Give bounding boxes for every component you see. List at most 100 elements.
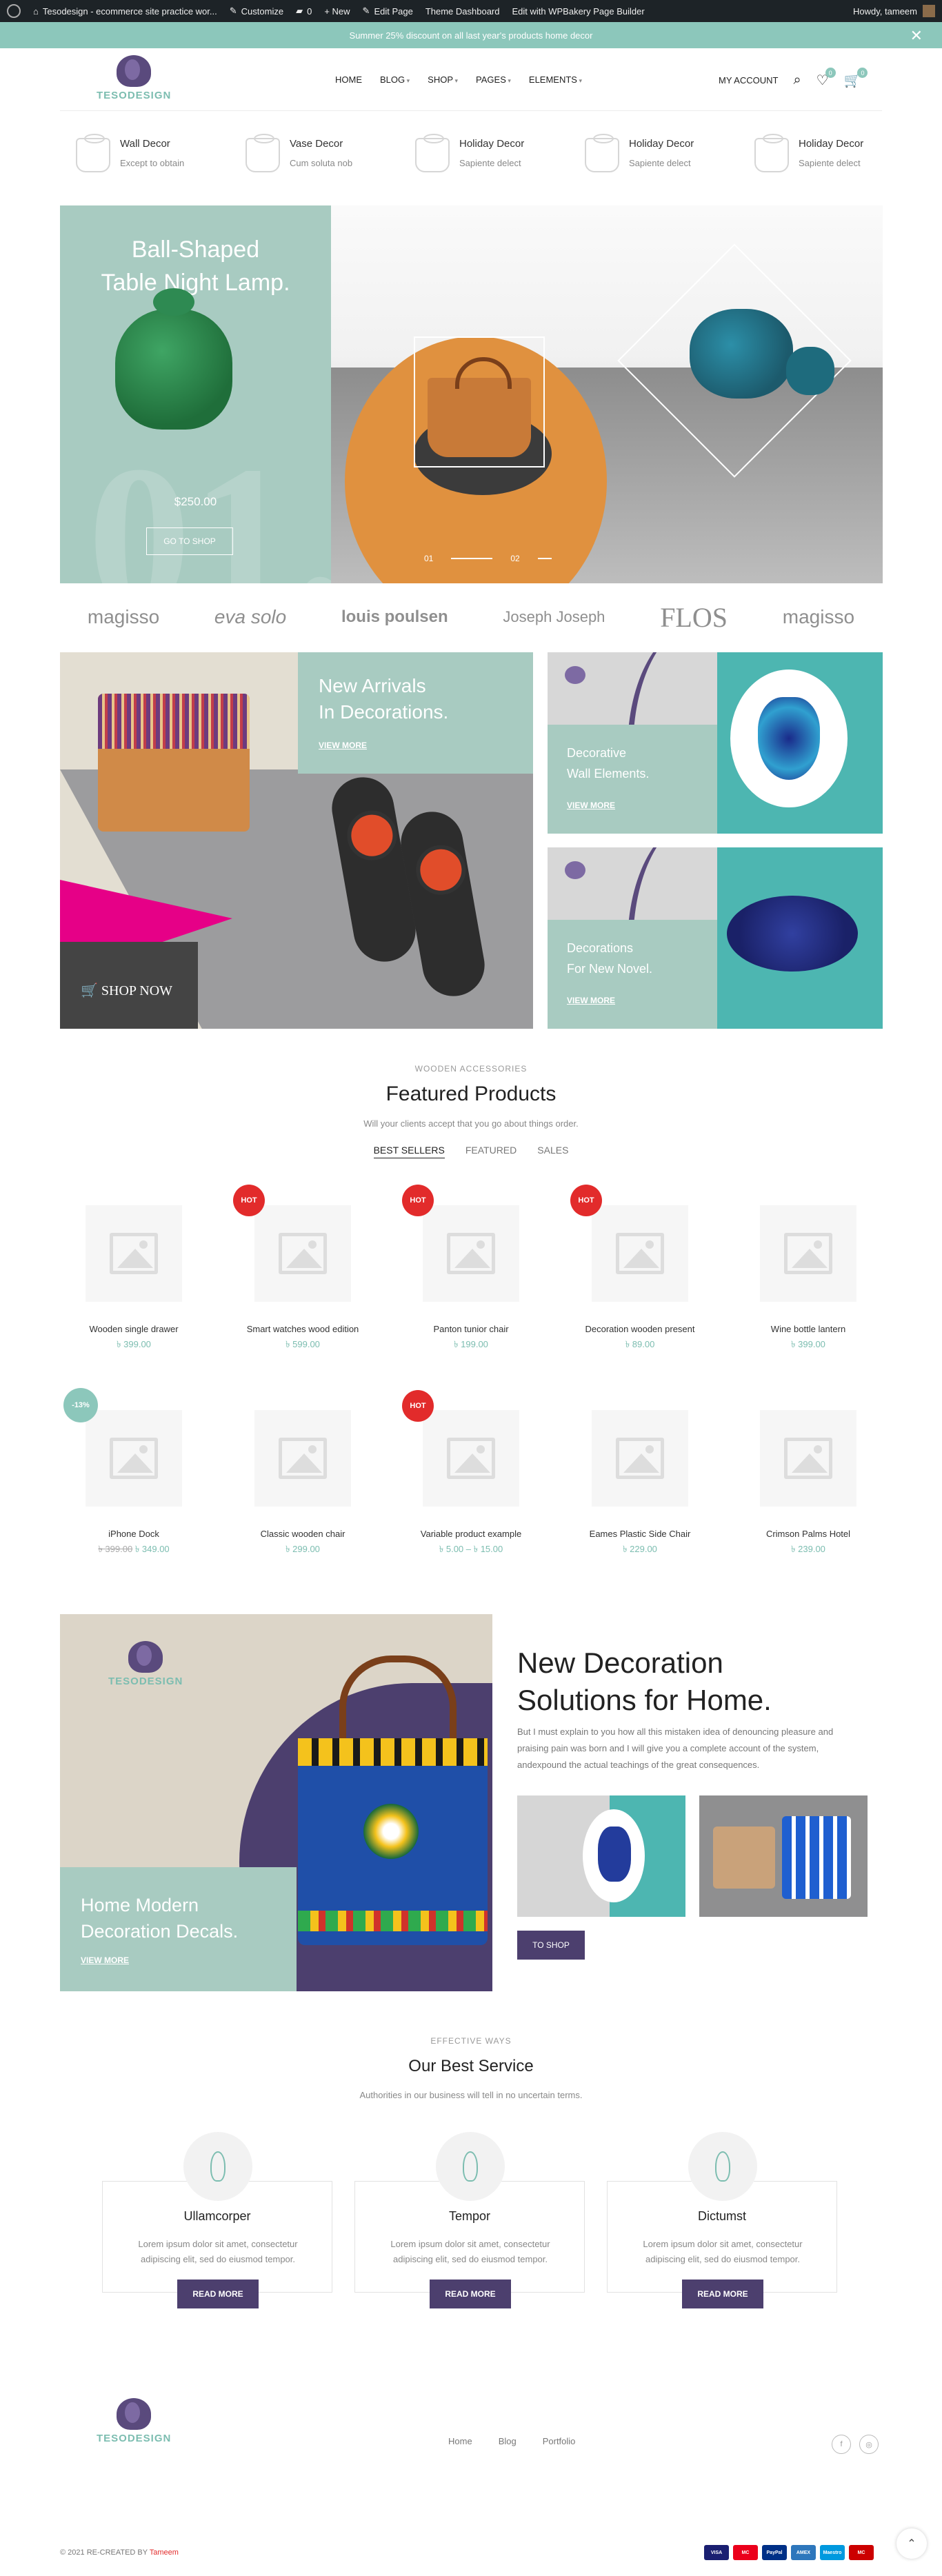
product-name[interactable]: Smart watches wood edition xyxy=(227,1324,379,1334)
home-icon: ⌂ xyxy=(33,6,39,17)
slide-2-dot[interactable]: 02 xyxy=(510,554,519,563)
go-to-shop-button[interactable]: GO TO SHOP xyxy=(146,527,233,555)
service-icon-circle xyxy=(688,2132,757,2201)
banner-new-novel[interactable]: Decorations For New Novel. VIEW MORE xyxy=(548,847,883,1029)
banner-title: Decorations For New Novel. xyxy=(567,941,653,976)
bags-thumbnail[interactable] xyxy=(699,1795,868,1917)
nav-home[interactable]: HOME xyxy=(335,74,362,85)
admin-site-link[interactable]: ⌂ Tesodesign - ecommerce site practice wo… xyxy=(33,6,217,17)
product-image-placeholder xyxy=(760,1205,856,1302)
nav-elements[interactable]: ELEMENTS xyxy=(529,74,582,85)
tab-best-sellers[interactable]: BEST SELLERS xyxy=(373,1145,445,1158)
read-more-button[interactable]: READ MORE xyxy=(177,2280,259,2308)
to-shop-button[interactable]: TO SHOP xyxy=(517,1931,585,1960)
footer-link-portfolio[interactable]: Portfolio xyxy=(543,2436,576,2446)
product-card[interactable]: Variable product example ৳ 5.00 – ৳ 15.00 xyxy=(395,1410,547,1558)
product-name[interactable]: Eames Plastic Side Chair xyxy=(564,1529,716,1539)
service-text: Lorem ipsum dolor sit amet, consectetur … xyxy=(138,2239,298,2264)
view-more-link[interactable]: VIEW MORE xyxy=(567,801,615,810)
product-card[interactable]: Crimson Palms Hotel ৳ 239.00 xyxy=(732,1410,884,1558)
shop-now-link[interactable]: 🛒 SHOP NOW xyxy=(81,982,172,999)
view-more-link[interactable]: VIEW MORE xyxy=(567,996,615,1005)
product-card[interactable]: iPhone Dock ৳ 399.00 ৳ 349.00 xyxy=(58,1410,210,1558)
lion-logo-icon xyxy=(565,666,585,684)
close-icon[interactable]: ✕ xyxy=(910,27,923,45)
product-name[interactable]: Crimson Palms Hotel xyxy=(732,1529,884,1539)
lamp-icon xyxy=(754,134,789,172)
main-nav: HOME BLOG SHOP PAGES ELEMENTS xyxy=(335,74,582,85)
footer-link-blog[interactable]: Blog xyxy=(499,2436,517,2446)
product-card[interactable]: Eames Plastic Side Chair ৳ 229.00 xyxy=(564,1410,716,1558)
footer-link-home[interactable]: Home xyxy=(448,2436,472,2446)
admin-wpbakery-link[interactable]: Edit with WPBakery Page Builder xyxy=(512,6,644,17)
product-card[interactable]: Panton tunior chair ৳ 199.00 xyxy=(395,1205,547,1353)
scroll-to-top-icon[interactable]: ⌃ xyxy=(896,2528,927,2559)
feature-item[interactable]: Vase Decor Cum soluta nob xyxy=(245,134,410,172)
brand-logo[interactable]: louis poulsen xyxy=(341,607,448,627)
cart-icon[interactable]: 🛒 0 xyxy=(844,68,868,89)
nav-blog[interactable]: BLOG xyxy=(380,74,410,85)
product-card[interactable]: Wine bottle lantern ৳ 399.00 xyxy=(732,1205,884,1353)
feature-item[interactable]: Holiday Decor Sapiente delect xyxy=(754,134,919,172)
brand-logo[interactable]: magisso xyxy=(783,606,854,628)
product-price: ৳ 599.00 xyxy=(285,1339,320,1349)
product-card[interactable]: Classic wooden chair ৳ 299.00 xyxy=(227,1410,379,1558)
nav-pages[interactable]: PAGES xyxy=(476,74,511,85)
product-name[interactable]: Variable product example xyxy=(395,1529,547,1539)
admin-new-link[interactable]: + New xyxy=(324,6,350,17)
necklace-thumbnail[interactable] xyxy=(517,1795,685,1917)
avatar xyxy=(923,5,935,17)
feature-item[interactable]: Holiday Decor Sapiente delect xyxy=(585,134,749,172)
blue-basket-image xyxy=(690,309,793,399)
my-account-link[interactable]: MY ACCOUNT xyxy=(719,75,778,85)
old-price: ৳ 399.00 xyxy=(98,1544,133,1554)
search-icon[interactable]: ⌕ xyxy=(793,72,801,88)
product-card[interactable]: Wooden single drawer ৳ 399.00 xyxy=(58,1205,210,1353)
brand-logo[interactable]: eva solo xyxy=(214,606,286,628)
brand-logo[interactable]: Joseph Joseph xyxy=(503,608,605,626)
admin-edit-page-link[interactable]: ✎ Edit Page xyxy=(363,6,413,17)
brand-logo[interactable]: FLOS xyxy=(660,601,728,634)
wordpress-icon[interactable] xyxy=(7,4,21,18)
admin-account[interactable]: Howdy, tameem xyxy=(853,5,935,17)
author-link[interactable]: Tameem xyxy=(150,2548,179,2557)
feature-item[interactable]: Holiday Decor Sapiente delect xyxy=(415,134,579,172)
admin-comments-link[interactable]: ▰ 0 xyxy=(296,6,312,17)
product-name[interactable]: Classic wooden chair xyxy=(227,1529,379,1539)
admin-customize-link[interactable]: ✎ Customize xyxy=(230,6,283,17)
product-card[interactable]: Decoration wooden present ৳ 89.00 xyxy=(564,1205,716,1353)
nav-shop[interactable]: SHOP xyxy=(428,74,458,85)
view-more-link[interactable]: VIEW MORE xyxy=(81,1955,129,1965)
product-tabs: BEST SELLERS FEATURED SALES xyxy=(0,1145,942,1158)
view-more-link[interactable]: VIEW MORE xyxy=(319,741,367,750)
tab-sales[interactable]: SALES xyxy=(537,1145,568,1158)
brand-logo[interactable]: magisso xyxy=(88,606,159,628)
banner-new-arrivals[interactable]: 🛒 SHOP NOW New Arrivals In Decorations. V… xyxy=(60,652,533,1029)
banner-wall-elements[interactable]: Decorative Wall Elements. VIEW MORE xyxy=(548,652,883,834)
wishlist-icon[interactable]: ♡ 0 xyxy=(816,68,836,89)
admin-theme-dashboard-link[interactable]: Theme Dashboard xyxy=(425,6,500,17)
product-price: ৳ 5.00 – ৳ 15.00 xyxy=(439,1544,503,1554)
product-name[interactable]: Wine bottle lantern xyxy=(732,1324,884,1334)
facebook-icon[interactable]: f xyxy=(832,2435,851,2454)
tab-featured[interactable]: FEATURED xyxy=(465,1145,517,1158)
cart-count: 0 xyxy=(857,68,868,78)
hot-badge: HOT xyxy=(570,1185,602,1216)
product-card[interactable]: Smart watches wood edition ৳ 599.00 xyxy=(227,1205,379,1353)
read-more-button[interactable]: READ MORE xyxy=(682,2280,763,2308)
read-more-button[interactable]: READ MORE xyxy=(430,2280,511,2308)
slide-1-dot[interactable]: 01 xyxy=(424,554,433,563)
service-card: Dictumst Lorem ipsum dolor sit amet, con… xyxy=(607,2132,837,2308)
instagram-icon[interactable]: ◎ xyxy=(859,2435,879,2454)
product-name[interactable]: Decoration wooden present xyxy=(564,1324,716,1334)
product-name[interactable]: iPhone Dock xyxy=(58,1529,210,1539)
product-name[interactable]: Panton tunior chair xyxy=(395,1324,547,1334)
image-placeholder-icon xyxy=(616,1438,664,1479)
product-name[interactable]: Wooden single drawer xyxy=(58,1324,210,1334)
site-logo[interactable]: TESODESIGN xyxy=(97,55,171,101)
lamp-icon xyxy=(715,2151,730,2182)
footer-logo[interactable]: TESODESIGN xyxy=(97,2398,171,2444)
product-price: ৳ 239.00 xyxy=(791,1544,825,1554)
feature-item[interactable]: Wall Decor Except to obtain xyxy=(76,134,240,172)
featured-subtitle: WOODEN ACCESSORIES xyxy=(414,1064,528,1074)
